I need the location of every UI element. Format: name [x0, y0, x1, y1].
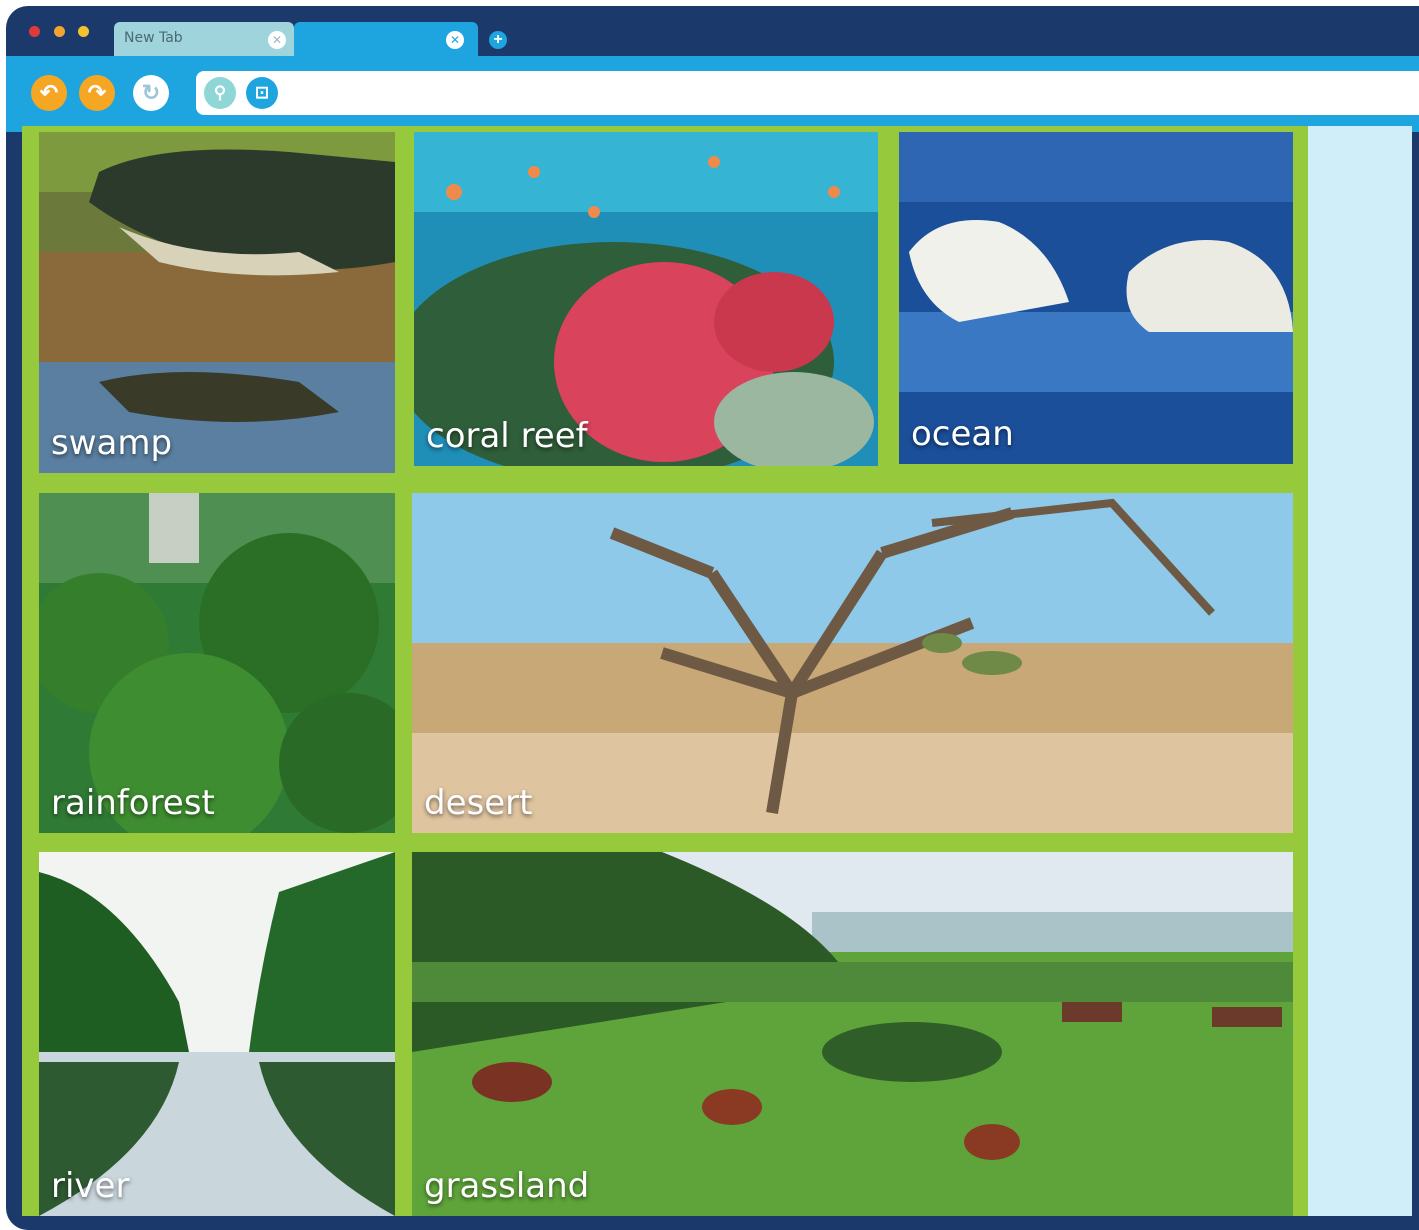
- habitat-label: rainforest: [51, 783, 215, 823]
- habitat-tile-ocean[interactable]: ocean: [899, 132, 1293, 464]
- habitat-tile-swamp[interactable]: swamp: [39, 132, 395, 473]
- close-icon[interactable]: ✕: [446, 31, 464, 49]
- maximize-window-button[interactable]: [78, 26, 89, 37]
- swamp-image: [39, 132, 395, 473]
- minimize-window-button[interactable]: [54, 26, 65, 37]
- habitat-tile-rainforest[interactable]: rainforest: [39, 493, 395, 833]
- habitat-label: ocean: [911, 414, 1014, 454]
- habitat-grid: swamp coral reef ocean rainforest desert…: [22, 126, 1308, 1216]
- browser-toolbar: ↶ ↷ ↻ ⚲ ⊡: [6, 56, 1419, 132]
- habitat-label: swamp: [51, 423, 173, 463]
- habitat-label: desert: [424, 783, 533, 823]
- address-bar[interactable]: ⚲ ⊡: [196, 71, 1419, 115]
- forward-arrow-icon[interactable]: ↷: [79, 75, 115, 111]
- grassland-image: [412, 852, 1293, 1216]
- habitat-label: river: [51, 1166, 130, 1206]
- back-arrow-icon[interactable]: ↶: [31, 75, 67, 111]
- plus-icon[interactable]: +: [489, 31, 507, 49]
- tab-new-tab[interactable]: New Tab ✕: [114, 22, 294, 58]
- habitat-tile-river[interactable]: river: [39, 852, 395, 1216]
- habitat-tile-coral-reef[interactable]: coral reef: [414, 132, 878, 466]
- lock-icon[interactable]: ⊡: [246, 77, 278, 109]
- tab-bar: New Tab ✕ ✕ +: [6, 6, 1419, 58]
- river-image: [39, 852, 395, 1216]
- habitat-tile-desert[interactable]: desert: [412, 493, 1293, 833]
- habitat-label: grassland: [424, 1166, 590, 1206]
- tab-title: New Tab: [124, 30, 183, 46]
- close-window-button[interactable]: [29, 26, 40, 37]
- page-content: swamp coral reef ocean rainforest desert…: [22, 126, 1412, 1216]
- search-icon[interactable]: ⚲: [204, 77, 236, 109]
- close-icon[interactable]: ✕: [268, 31, 286, 49]
- tab-active[interactable]: ✕: [294, 22, 478, 58]
- habitat-tile-grassland[interactable]: grassland: [412, 852, 1293, 1216]
- rainforest-image: [39, 493, 395, 833]
- reload-icon[interactable]: ↻: [133, 75, 169, 111]
- habitat-label: coral reef: [426, 416, 588, 456]
- desert-image: [412, 493, 1293, 833]
